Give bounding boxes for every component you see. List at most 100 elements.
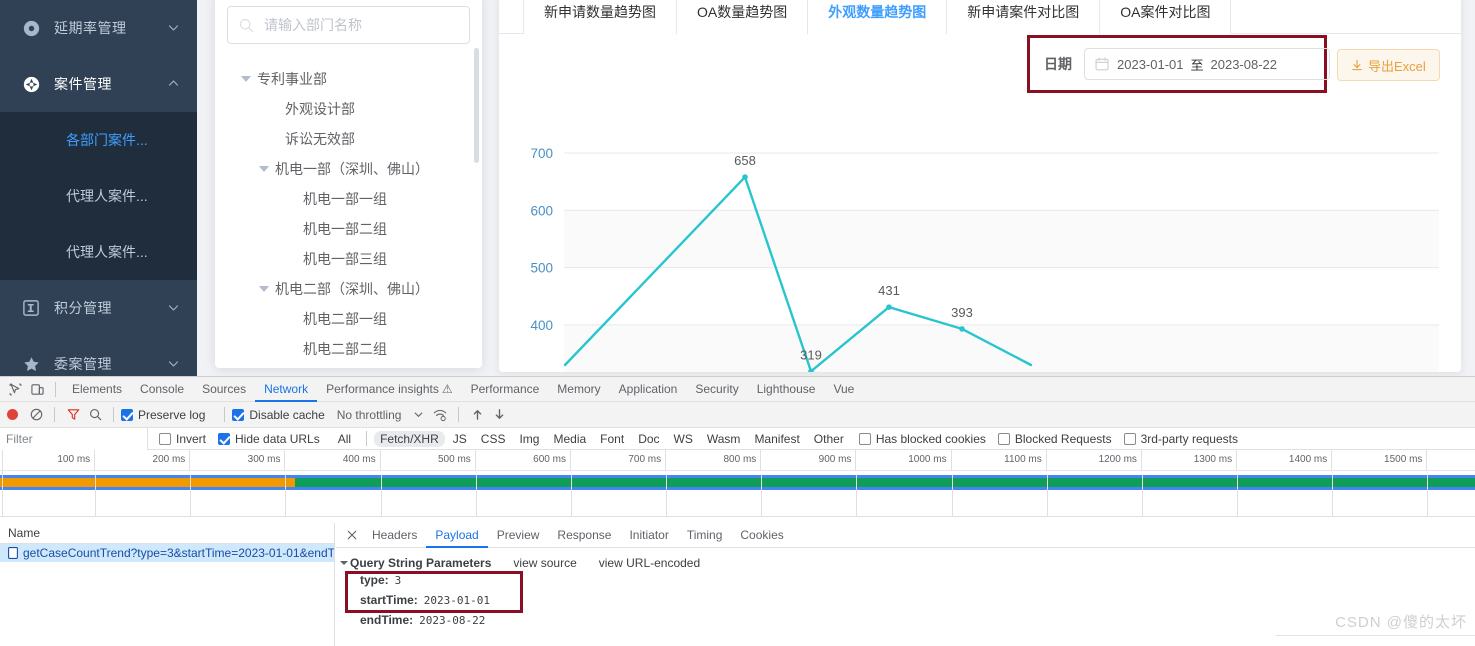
sidebar-item-dailirenanjian-2[interactable]: 代理人案件...	[0, 224, 197, 280]
tab-new-application-compare[interactable]: 新申请案件对比图	[947, 0, 1101, 34]
filter-type-media[interactable]: Media	[547, 431, 592, 447]
tab-appearance-count-trend[interactable]: 外观数量趋势图	[808, 0, 948, 34]
tree-node[interactable]: 诉讼无效部	[227, 124, 470, 154]
devtools-tab-console[interactable]: Console	[131, 377, 193, 402]
export-har-icon[interactable]	[488, 405, 510, 425]
devtools-tab-network[interactable]: Network	[255, 377, 317, 402]
invert-checkbox[interactable]: Invert	[159, 432, 206, 446]
devtools-tab-performance-insights[interactable]: Performance insights ⚠	[317, 377, 461, 402]
tree-node[interactable]: 机电二部（深圳、佛山）	[227, 274, 470, 304]
filter-icon[interactable]	[62, 405, 84, 425]
tree-node[interactable]: 机电二部二组	[227, 334, 470, 364]
sidebar-item-dailirenanjian-1[interactable]: 代理人案件...	[0, 168, 197, 224]
timeline-bars	[0, 475, 1475, 495]
filter-type-wasm[interactable]: Wasm	[701, 431, 747, 447]
devtools-tab-performance[interactable]: Performance	[462, 377, 549, 402]
param-value: 2023-08-22	[419, 613, 486, 627]
devtools-tab-elements[interactable]: Elements	[63, 377, 131, 402]
sidebar-item-jifenguanli[interactable]: 积分管理	[0, 280, 197, 336]
query-string-parameters-section[interactable]: Query String Parameters view source view…	[340, 556, 1475, 570]
export-excel-label: 导出Excel	[1368, 58, 1426, 74]
hide-data-urls-checkbox[interactable]: Hide data URLs	[218, 432, 320, 446]
tree-node[interactable]: 机电二部一组	[227, 304, 470, 334]
chart-svg: 700 600 500 400 658 319 431 393	[530, 146, 1439, 372]
view-source-link[interactable]: view source	[513, 556, 576, 570]
filter-type-img[interactable]: Img	[513, 431, 545, 447]
tab-oa-count-trend[interactable]: OA数量趋势图	[677, 0, 809, 34]
tree-node[interactable]: 机电一部三组	[227, 244, 470, 274]
param-value: 2023-01-01	[423, 593, 491, 607]
close-icon[interactable]	[341, 525, 363, 545]
chart-data-point[interactable]	[886, 304, 892, 310]
tree-expand-icon[interactable]	[259, 286, 269, 292]
network-conditions-icon[interactable]	[429, 405, 451, 425]
chart-data-point[interactable]	[742, 174, 748, 180]
request-row[interactable]: getCaseCountTrend?type=3&startTime=2023-…	[0, 544, 334, 562]
filter-type-font[interactable]: Font	[594, 431, 630, 447]
filter-type-other[interactable]: Other	[808, 431, 850, 447]
throttling-select[interactable]: No throttling	[337, 408, 402, 422]
tab-new-application-trend[interactable]: 新申请数量趋势图	[523, 0, 677, 34]
detail-tab-cookies[interactable]: Cookies	[731, 523, 792, 548]
filter-type-ws[interactable]: WS	[668, 431, 699, 447]
department-search-input[interactable]	[262, 16, 469, 34]
import-har-icon[interactable]	[466, 405, 488, 425]
blocked-requests-checkbox[interactable]: Blocked Requests	[997, 432, 1112, 446]
devtools-tab-application[interactable]: Application	[610, 377, 687, 402]
tree-node[interactable]: 机电一部二组	[227, 214, 470, 244]
clear-network-log-icon[interactable]	[25, 405, 47, 425]
detail-tab-preview[interactable]: Preview	[488, 523, 549, 548]
third-party-requests-checkbox[interactable]: 3rd-party requests	[1123, 432, 1238, 446]
network-overview[interactable]: 100 ms 200 ms 300 ms 400 ms 500 ms 600 ms 700 …	[0, 450, 1475, 517]
filter-type-fetch-xhr[interactable]: Fetch/XHR	[374, 430, 445, 447]
tree-node[interactable]: 机电一部一组	[227, 184, 470, 214]
search-icon[interactable]	[84, 405, 106, 425]
tree-node[interactable]: 机电一部（深圳、佛山）	[227, 154, 470, 184]
caret-down-icon[interactable]	[340, 561, 348, 565]
detail-tab-response[interactable]: Response	[548, 523, 620, 548]
filter-type-css[interactable]: CSS	[475, 431, 512, 447]
sidebar-item-gebumenanjian[interactable]: 各部门案件...	[0, 112, 197, 168]
has-blocked-cookies-checkbox[interactable]: Has blocked cookies	[858, 432, 986, 446]
filter-type-all[interactable]: All	[332, 431, 357, 447]
disable-cache-checkbox[interactable]: Disable cache	[232, 408, 325, 422]
preserve-log-checkbox[interactable]: Preserve log	[121, 408, 205, 422]
toggle-device-toolbar-icon[interactable]	[26, 379, 48, 399]
detail-tab-payload[interactable]: Payload	[426, 523, 487, 548]
date-range-picker[interactable]: 2023-01-01 至 2023-08-22	[1084, 48, 1330, 80]
chart-data-point[interactable]	[959, 326, 965, 332]
sidebar-item-yanqilv[interactable]: 延期率管理	[0, 0, 197, 56]
detail-tab-headers[interactable]: Headers	[363, 523, 426, 548]
tree-scrollbar[interactable]	[474, 48, 479, 163]
devtools-tab-lighthouse[interactable]: Lighthouse	[748, 377, 825, 402]
network-filter-input[interactable]	[0, 427, 148, 450]
timeline-gridline	[856, 475, 858, 517]
tree-node[interactable]: 机电二部三组	[227, 364, 470, 368]
sidebar-item-weianguanli[interactable]: 委案管理	[0, 336, 197, 376]
export-excel-button[interactable]: 导出Excel	[1337, 49, 1440, 81]
tree-node[interactable]: 外观设计部	[227, 94, 470, 124]
tree-expand-icon[interactable]	[259, 166, 269, 172]
date-start-value[interactable]: 2023-01-01	[1117, 57, 1184, 72]
param-key: type:	[360, 573, 389, 587]
devtools-tab-sources[interactable]: Sources	[193, 377, 255, 402]
date-end-value[interactable]: 2023-08-22	[1211, 57, 1278, 72]
detail-tab-initiator[interactable]: Initiator	[620, 523, 677, 548]
tree-expand-icon[interactable]	[241, 76, 251, 82]
filter-type-label: Doc	[638, 431, 660, 446]
record-button[interactable]	[7, 409, 18, 420]
devtools-tab-security[interactable]: Security	[686, 377, 747, 402]
filter-type-js[interactable]: JS	[447, 431, 473, 447]
tree-node[interactable]: 专利事业部	[227, 64, 470, 94]
tab-oa-case-compare[interactable]: OA案件对比图	[1100, 0, 1232, 34]
filter-type-doc[interactable]: Doc	[632, 431, 665, 447]
detail-tab-timing[interactable]: Timing	[678, 523, 732, 548]
filter-type-manifest[interactable]: Manifest	[748, 431, 805, 447]
devtools-tab-vue[interactable]: Vue	[824, 377, 863, 402]
sidebar-item-anjianguanli[interactable]: 案件管理	[0, 56, 197, 112]
devtools-tab-memory[interactable]: Memory	[548, 377, 609, 402]
inspect-element-icon[interactable]	[4, 379, 26, 399]
chevron-down-icon[interactable]	[407, 405, 429, 425]
view-url-encoded-link[interactable]: view URL-encoded	[599, 556, 700, 570]
department-search-box[interactable]	[227, 6, 470, 44]
